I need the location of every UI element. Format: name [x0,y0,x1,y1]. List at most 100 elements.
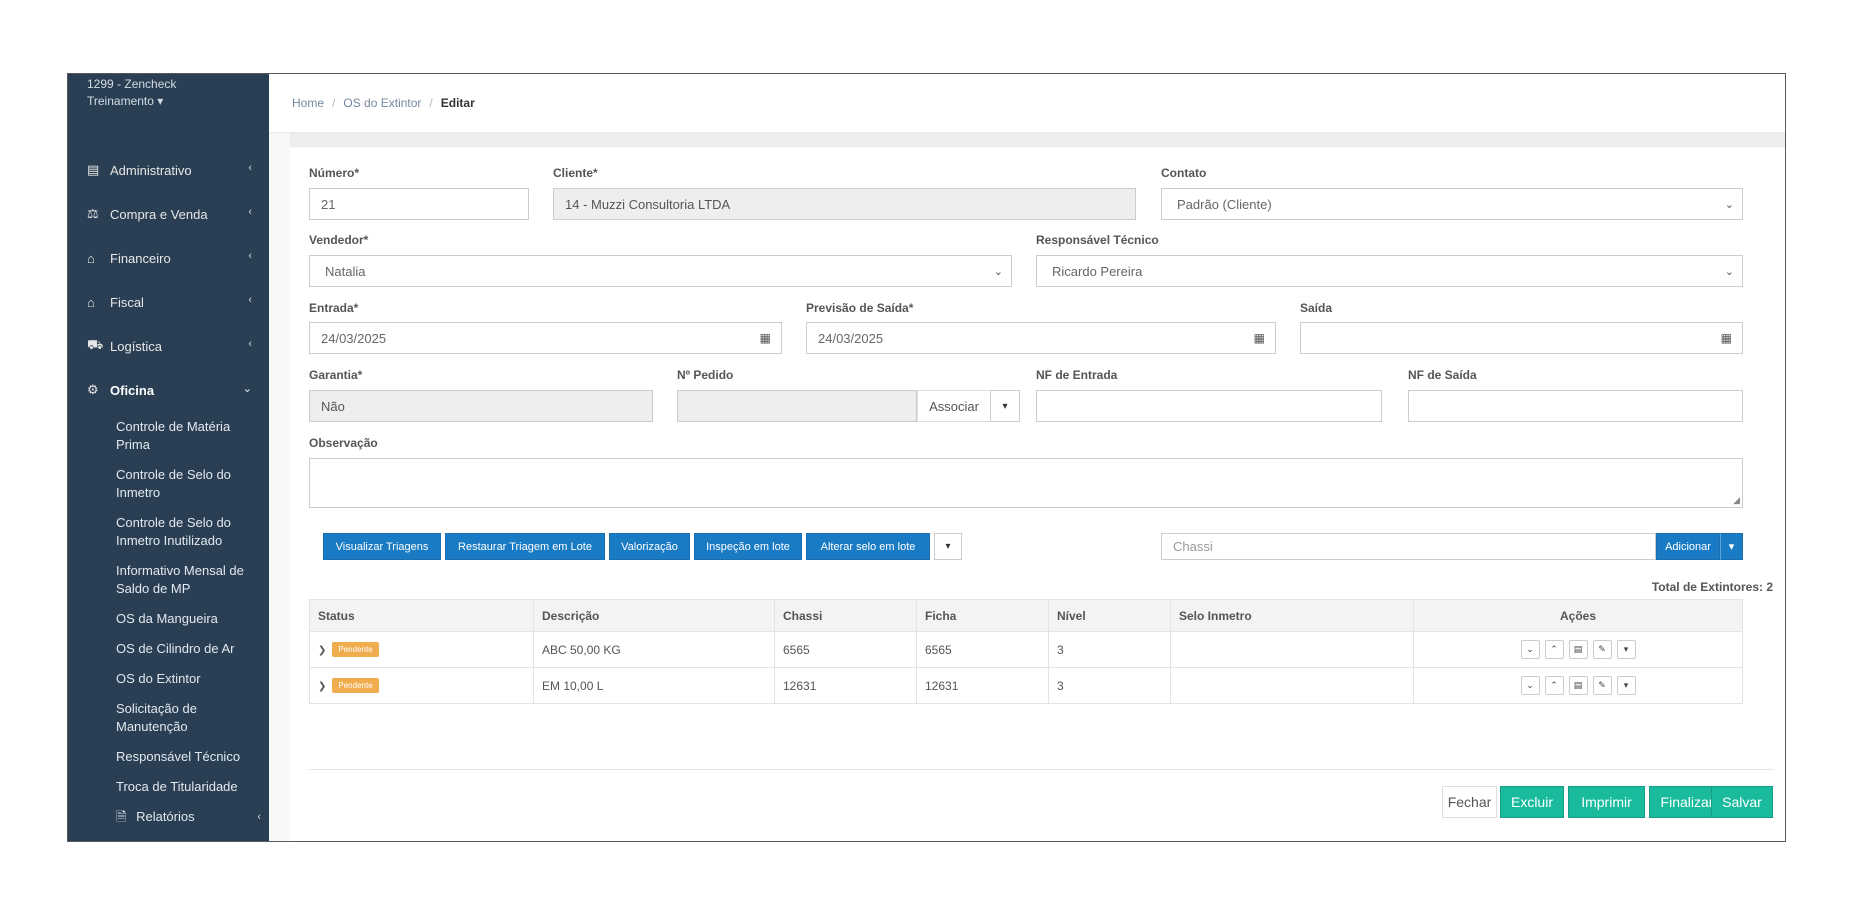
nivel-cell: 3 [1048,667,1171,704]
resize-grip-icon[interactable]: ◢ [1733,495,1740,506]
entrada-value: 24/03/2025 [321,330,387,346]
submenu-item[interactable]: Controle de Selo do Inmetro [68,460,269,508]
move-up-icon[interactable]: ⌃ [1544,640,1564,659]
submenu-item[interactable]: Informativo Mensal de Saldo de MP [68,556,269,604]
cliente-label: Cliente* [553,166,598,180]
inspecao-lote-button[interactable]: Inspeção em lote [694,533,802,560]
sidebar-item-oficina[interactable]: ⚙ Oficina ⌄ [68,368,269,412]
app-window: 1299 - Zencheck Treinamento ▾ ▤ Administ… [67,73,1786,842]
col-descricao[interactable]: Descrição [533,599,775,632]
nf-saida-input[interactable] [1408,390,1743,422]
truck-icon: ⛟ [87,337,104,352]
contato-select[interactable]: Padrão (Cliente) ⌄ [1161,188,1743,220]
associar-dropdown-button[interactable]: ▾ [990,390,1020,422]
entrada-date-input[interactable]: 24/03/2025 ▦ [309,322,782,354]
fechar-button[interactable]: Fechar [1442,786,1497,818]
submenu-item[interactable]: Controle de Selo do Inmetro Inutilizado [68,508,269,556]
chassi-input[interactable]: Chassi [1161,533,1656,560]
observacao-textarea[interactable]: ◢ [309,458,1743,508]
balance-scale-icon: ⚖ [87,206,99,221]
submenu-item[interactable]: OS da Mangueira [68,604,269,634]
submenu-item-relatorios[interactable]: 🗎 Relatórios ‹ [68,802,269,832]
move-down-icon[interactable]: ⌄ [1520,676,1540,695]
submenu-item[interactable]: Troca de Titularidade [68,772,269,802]
adicionar-dropdown-button[interactable]: ▾ [1720,533,1743,560]
more-actions-dropdown[interactable]: ▾ [934,533,962,560]
sidebar-item-fiscal[interactable]: ⌂ Fiscal ‹ [68,280,269,324]
vendedor-select[interactable]: Natalia ⌄ [309,255,1012,287]
file-icon: 🗎 [116,809,127,824]
move-down-icon[interactable]: ⌄ [1520,640,1540,659]
expand-icon[interactable]: ❯ [318,645,326,656]
caret-down-icon[interactable]: ▾ [1616,640,1636,659]
move-up-icon[interactable]: ⌃ [1544,676,1564,695]
expand-icon[interactable]: ❯ [318,681,326,692]
oficina-submenu: Controle de Matéria Prima Controle de Se… [68,412,269,832]
sidebar-item-logistica[interactable]: ⛟ Logística ‹ [68,324,269,368]
breadcrumb-section[interactable]: OS do Extintor [343,96,421,110]
selo-cell [1170,631,1414,668]
calendar-icon[interactable]: ▦ [760,331,771,345]
company-name-2: Treinamento ▾ [87,94,164,108]
col-chassi[interactable]: Chassi [774,599,917,632]
numero-input[interactable]: 21 [309,188,529,220]
sidebar-item-financeiro[interactable]: ⌂ Financeiro ‹ [68,236,269,280]
descricao-cell: ABC 50,00 KG [533,631,775,668]
salvar-button[interactable]: Salvar [1711,786,1773,818]
visualizar-triagens-button[interactable]: Visualizar Triagens [323,533,441,560]
company-switcher[interactable]: 1299 - Zencheck Treinamento ▾ [68,74,269,148]
saida-date-input[interactable]: ▦ [1300,322,1743,354]
calendar-icon[interactable]: ▦ [1254,331,1265,345]
sidebar-item-compra-venda[interactable]: ⚖ Compra e Venda ‹ [68,192,269,236]
submenu-item[interactable]: Controle de Matéria Prima [68,412,269,460]
sidebar-item-administrativo[interactable]: ▤ Administrativo ‹ [68,148,269,192]
adicionar-button[interactable]: Adicionar [1656,533,1720,560]
responsavel-select[interactable]: Ricardo Pereira ⌄ [1036,255,1743,287]
edit-icon[interactable]: ✎ [1592,640,1612,659]
divider [309,769,1773,770]
restaurar-triagem-lote-button[interactable]: Restaurar Triagem em Lote [445,533,605,560]
nf-entrada-input[interactable] [1036,390,1382,422]
associar-button[interactable]: Associar [917,390,991,422]
chevron-left-icon: ‹ [248,338,252,350]
breadcrumb-home[interactable]: Home [292,96,324,110]
submenu-item[interactable]: OS de Cilindro de Ar [68,634,269,664]
calendar-icon[interactable]: ▦ [1721,331,1732,345]
total-extintores: Total de Extintores: 2 [1651,580,1773,594]
col-selo[interactable]: Selo Inmetro [1170,599,1414,632]
main-content: Home / OS do Extintor / Editar Número* 2… [269,74,1785,841]
details-icon[interactable]: ▤ [1568,640,1588,659]
company-name: 1299 - Zencheck [87,77,177,91]
alterar-selo-lote-button[interactable]: Alterar selo em lote [806,533,930,560]
col-status[interactable]: Status [309,599,534,632]
sidebar-item-label: Administrativo [110,162,192,178]
previsao-value: 24/03/2025 [818,330,884,346]
chevron-left-icon: ‹ [248,250,252,262]
imprimir-button[interactable]: Imprimir [1568,786,1645,818]
list-icon: ▤ [87,162,100,177]
nf-entrada-label: NF de Entrada [1036,368,1118,382]
entrada-label: Entrada* [309,301,359,315]
details-icon[interactable]: ▤ [1568,676,1588,695]
chassi-placeholder: Chassi [1173,539,1213,554]
previsao-date-input[interactable]: 24/03/2025 ▦ [806,322,1276,354]
responsavel-value: Ricardo Pereira [1052,263,1143,279]
chassi-cell: 6565 [774,631,917,668]
valorizacao-button[interactable]: Valorização [609,533,690,560]
observacao-label: Observação [309,436,378,450]
submenu-item-active[interactable]: OS do Extintor [68,664,269,694]
table-row: ❯ Pendente ABC 50,00 KG 6565 6565 3 ⌄ ⌃ ▤… [309,631,1743,668]
caret-down-icon[interactable]: ▾ [1616,676,1636,695]
submenu-item[interactable]: Responsável Técnico [68,742,269,772]
cogs-icon: ⚙ [87,382,99,397]
col-acoes: Ações [1413,599,1743,632]
chevron-left-icon: ‹ [248,206,252,218]
ficha-cell: 12631 [916,667,1049,704]
col-nivel[interactable]: Nível [1048,599,1171,632]
sidebar: 1299 - Zencheck Treinamento ▾ ▤ Administ… [68,74,269,841]
edit-icon[interactable]: ✎ [1592,676,1612,695]
status-badge: Pendente [332,678,379,694]
excluir-button[interactable]: Excluir [1500,786,1564,818]
col-ficha[interactable]: Ficha [916,599,1049,632]
submenu-item[interactable]: Solicitação de Manutenção [68,694,269,742]
